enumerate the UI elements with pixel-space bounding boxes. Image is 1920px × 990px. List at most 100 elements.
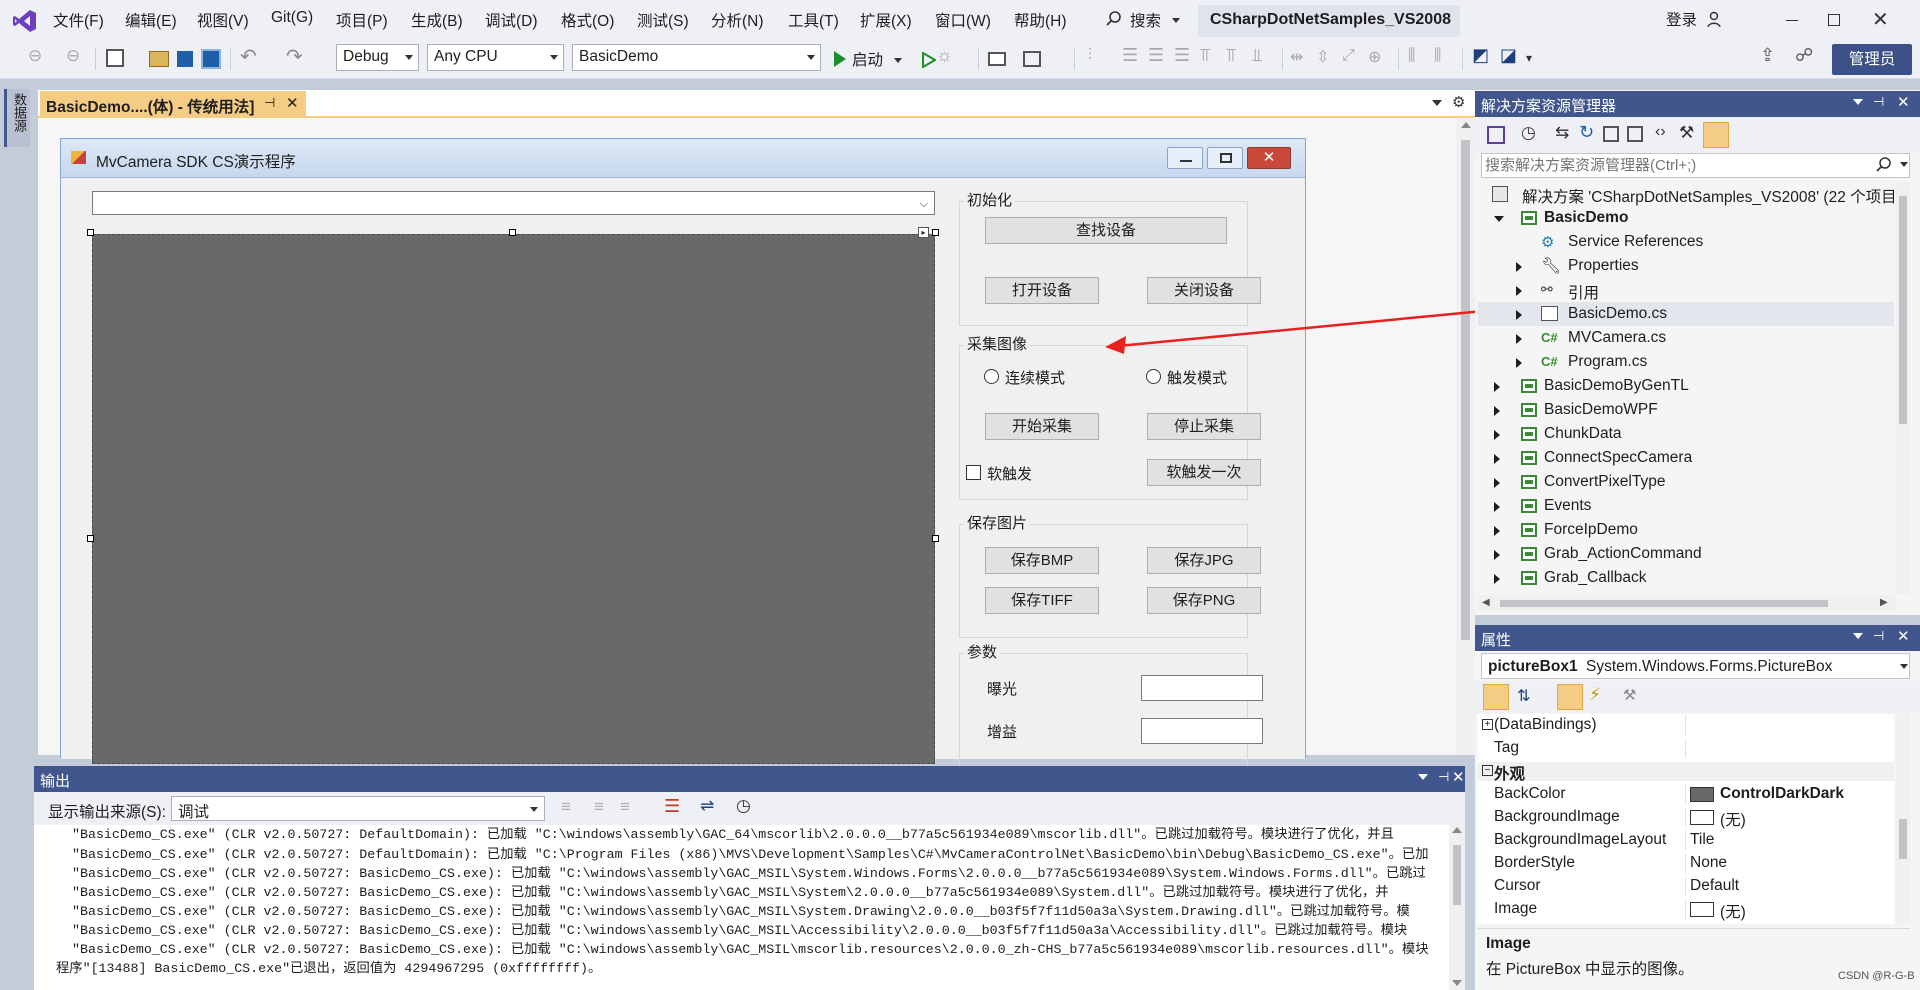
form-maximize-button[interactable] [1207,147,1243,169]
scroll-down-icon[interactable] [1452,980,1462,986]
save-icon[interactable] [177,51,193,67]
close-panel-icon[interactable]: ✕ [1897,627,1910,645]
tree-item-solution[interactable]: 解决方案 'CSharpDotNetSamples_VS2008' (22 个项… [1478,182,1894,206]
properties-view-icon[interactable] [1557,684,1583,710]
scrollbar-thumb[interactable] [1899,819,1907,859]
start-without-debug-icon[interactable] [910,52,936,68]
resize-handle[interactable] [87,229,94,236]
exposure-input[interactable] [1141,675,1263,701]
pin-icon[interactable]: ⊣ [1873,94,1884,110]
tree-item-forceipdemo[interactable]: ForceIpDemo [1478,518,1894,542]
collapsed-icon[interactable] [1494,454,1500,464]
align-center-icon[interactable]: ☰ [1148,45,1168,65]
collapse-minus-icon[interactable]: − [1482,765,1493,776]
collapsed-icon[interactable] [1516,310,1522,320]
clear-all-icon[interactable]: ☰ [664,796,680,817]
collapsed-icon[interactable] [1516,286,1522,296]
tree-item-properties[interactable]: 🔧︎ Properties [1478,254,1894,278]
collapsed-icon[interactable] [1494,526,1500,536]
data-sources-tab[interactable]: 数据源 [4,89,30,147]
tree-item-chunkdata[interactable]: ChunkData [1478,422,1894,446]
chevron-down-icon[interactable] [1418,774,1428,780]
form-close-button[interactable]: ✕ [1247,147,1291,169]
properties-wrench-icon[interactable]: ⚒ [1679,123,1694,143]
resize-handle[interactable] [509,229,516,236]
collapsed-icon[interactable] [1494,382,1500,392]
menu-help[interactable]: 帮助(H) [1014,9,1067,31]
live-share-icon[interactable]: ⇪ [1760,45,1780,65]
clock-icon[interactable]: ◷ [736,796,751,816]
picture-box[interactable] [92,234,935,764]
resize-handle[interactable] [932,229,939,236]
save-jpg-button[interactable]: 保存JPG [1147,547,1261,574]
property-row-backgroundimagelayout[interactable]: BackgroundImageLayout Tile [1478,831,1894,850]
smart-tag-icon[interactable]: ▸ [918,227,929,238]
chevron-down-icon[interactable] [1900,162,1908,167]
property-row-databindings[interactable]: + (DataBindings) [1478,716,1894,735]
menu-debug[interactable]: 调试(D) [485,9,538,31]
tree-item-basicdemobygentl[interactable]: BasicDemoByGenTL [1478,374,1894,398]
property-row-image[interactable]: Image (无) [1478,900,1894,921]
resize-handle[interactable] [932,535,939,542]
chevron-down-icon[interactable] [1853,633,1863,639]
forward-icon[interactable]: ⊖ [66,46,86,66]
output-text[interactable]: "BasicDemo_CS.exe" (CLR v2.0.50727: Defa… [34,825,1447,990]
minimize-icon[interactable] [1786,20,1798,21]
form-minimize-button[interactable] [1167,147,1203,169]
properties-vscrollbar[interactable] [1896,714,1910,924]
tree-item-connectspeccamera[interactable]: ConnectSpecCamera [1478,446,1894,470]
sync-icon[interactable]: ⇆ [1555,123,1569,143]
refresh-icon[interactable]: ↻ [1579,122,1594,143]
start-debug-button[interactable]: 启动 [832,46,902,72]
solution-hscrollbar[interactable]: ◀ ▶ [1478,595,1896,611]
menu-view[interactable]: 视图(V) [197,9,249,31]
designer-scrollbar[interactable] [1456,118,1475,755]
menu-format[interactable]: 格式(O) [561,9,614,31]
property-row-borderstyle[interactable]: BorderStyle None [1478,854,1894,873]
restore-icon[interactable] [1828,14,1840,26]
visual-studio-logo-icon[interactable] [12,8,38,34]
save-tiff-button[interactable]: 保存TIFF [985,587,1099,614]
close-panel-icon[interactable]: ✕ [1452,768,1465,786]
collapsed-icon[interactable] [1494,406,1500,416]
save-bmp-button[interactable]: 保存BMP [985,547,1099,574]
close-window-icon[interactable]: ✕ [1872,7,1889,32]
show-all-files-icon[interactable] [1627,126,1643,142]
solution-search-input[interactable] [1485,156,1865,175]
scroll-up-icon[interactable] [1461,122,1471,128]
property-row-cursor[interactable]: Cursor Default [1478,877,1894,896]
stop-grab-button[interactable]: 停止采集 [1147,413,1261,440]
make-same-height-icon[interactable]: ⇳ [1316,47,1336,67]
align-bottom-icon[interactable]: ⫫ [1252,45,1272,65]
output-source-select[interactable]: 调试 [171,796,545,821]
output-vscrollbar[interactable] [1449,825,1465,990]
next-message-icon[interactable]: ≡ [620,797,630,817]
start-grab-button[interactable]: 开始采集 [985,413,1099,440]
menu-tools[interactable]: 工具(T) [788,9,839,31]
tree-item-program-cs[interactable]: C# Program.cs [1478,350,1894,374]
menu-window[interactable]: 窗口(W) [935,9,991,31]
history-icon[interactable]: ◷ [1521,123,1536,143]
horizontal-spacing-icon[interactable]: ⫼ [1408,47,1428,67]
tree-item-grab-callback[interactable]: Grab_Callback [1478,566,1894,590]
tree-item-mvcamera-cs[interactable]: C# MVCamera.cs [1478,326,1894,350]
tree-item-basicdemo[interactable]: BasicDemo [1478,206,1894,230]
admin-badge[interactable]: 管理员 [1832,44,1912,75]
make-same-width-icon[interactable]: ⇹ [1290,47,1310,67]
collapse-all-icon[interactable] [1603,126,1619,142]
collapsed-icon[interactable] [1494,550,1500,560]
chevron-down-icon[interactable] [1853,99,1863,105]
property-category-appearance[interactable]: − 外观 [1478,762,1894,783]
property-row-backgroundimage[interactable]: BackgroundImage (无) [1478,808,1894,829]
send-to-back-icon[interactable]: ◪ [1500,45,1520,65]
scrollbar-thumb[interactable] [1899,196,1907,424]
property-row-tag[interactable]: Tag [1478,739,1894,758]
tree-item-events[interactable]: Events [1478,494,1894,518]
collapsed-icon[interactable] [1494,430,1500,440]
soft-trigger-checkbox[interactable] [966,465,981,480]
search-menu[interactable]: 搜索 [1104,8,1184,32]
tree-item-basicdemowpf[interactable]: BasicDemoWPF [1478,398,1894,422]
preview-selected-icon[interactable] [1703,122,1729,148]
redo-icon[interactable]: ↷ [286,44,306,68]
undo-icon[interactable]: ↶ [240,44,260,68]
